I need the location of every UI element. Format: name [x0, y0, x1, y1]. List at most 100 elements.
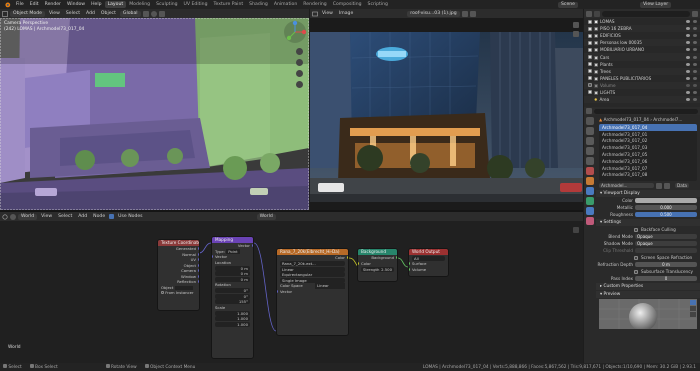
tab-animation[interactable]: Animation [271, 1, 300, 8]
socket-dot[interactable] [198, 280, 199, 284]
perspective-grid-icon[interactable] [296, 81, 303, 88]
image-datablock-field[interactable]: Rana_7_20k.ext... [280, 261, 345, 266]
sidebar-toggle-icon[interactable] [573, 227, 579, 233]
camera-icon[interactable] [693, 76, 697, 80]
socket-dot[interactable] [396, 256, 397, 260]
shadow-mode-dropdown[interactable]: Opaque [635, 240, 697, 247]
new-image-icon[interactable] [461, 10, 468, 17]
envtex-vector-input[interactable]: Vector [277, 289, 348, 295]
collection-checkbox[interactable] [588, 90, 592, 95]
rotation-x-field[interactable]: 0° [215, 288, 250, 293]
socket-dot[interactable] [358, 261, 359, 265]
view-layer-selector[interactable]: View Layer [640, 1, 672, 8]
collection-checkbox[interactable] [588, 47, 592, 52]
ssr-row[interactable]: Screen Space Refraction [596, 254, 700, 261]
camera-icon[interactable] [693, 20, 697, 24]
location-x-field[interactable]: 0 m [215, 265, 250, 271]
material-slot[interactable]: Archmodel73_017_02 [599, 138, 697, 145]
from-instancer-checkbox[interactable] [161, 291, 164, 294]
eye-icon[interactable] [686, 48, 690, 52]
link-data-dropdown[interactable]: Data [675, 183, 689, 188]
eye-icon[interactable] [686, 20, 690, 24]
socket-dot[interactable] [198, 252, 199, 256]
eye-icon[interactable] [686, 62, 690, 66]
particles-tab-icon[interactable] [586, 197, 594, 205]
properties-search-input[interactable] [594, 108, 698, 114]
collection-checkbox[interactable] [588, 26, 592, 31]
pan-hand-icon[interactable] [296, 59, 303, 66]
camera-view-icon[interactable] [296, 70, 303, 77]
outliner-item-plants[interactable]: ▣ Plants [584, 61, 700, 68]
eye-icon[interactable] [686, 69, 690, 73]
socket-dot[interactable] [277, 289, 278, 293]
socket-dot[interactable] [198, 269, 199, 273]
from-instancer-row[interactable]: From Instancer [158, 290, 199, 296]
tab-modeling[interactable]: Modeling [126, 1, 153, 8]
display-mode-icon[interactable] [594, 10, 600, 17]
socket-dot[interactable] [198, 263, 199, 267]
orientation-selector[interactable]: Global [119, 10, 141, 17]
menu-help[interactable]: Help [88, 2, 104, 7]
outliner-item-trees[interactable]: ▣ Trees [584, 67, 700, 75]
socket-dot[interactable] [212, 255, 213, 259]
backface-culling-checkbox[interactable] [634, 227, 638, 232]
new-material-icon[interactable] [664, 182, 670, 189]
blend-mode-dropdown[interactable]: Opaque [635, 233, 697, 240]
world-output-node[interactable]: World Output All Surface Volume [408, 248, 449, 277]
socket-dot[interactable] [198, 258, 199, 262]
menu-edit[interactable]: Edit [27, 2, 42, 7]
location-z-field[interactable]: 0 m [215, 276, 250, 282]
node-menu-node[interactable]: Node [91, 214, 107, 219]
color-swatch[interactable] [635, 197, 697, 204]
camera-icon[interactable] [693, 62, 697, 66]
material-slot-list[interactable]: Archmodel73_017_04 Archmodel73_017_01 Ar… [599, 124, 697, 181]
tab-layout[interactable]: Layout [104, 1, 127, 8]
navigation-gizmo-icon[interactable] [283, 20, 307, 44]
socket-dot[interactable] [409, 267, 410, 271]
image-selector[interactable]: roof-visu...03 (1).jpg [407, 10, 460, 17]
material-selector[interactable]: Archmodel... [599, 183, 654, 188]
collection-checkbox[interactable] [588, 62, 592, 67]
snap-icon[interactable] [150, 10, 157, 17]
outliner-item-lights[interactable]: ▣ LIGHTS [584, 89, 700, 96]
properties-type-icon[interactable] [586, 108, 592, 114]
location-y-field[interactable]: 0 m [215, 271, 250, 276]
collection-checkbox[interactable] [588, 83, 592, 88]
scale-z-field[interactable]: 1.000 [215, 321, 250, 327]
ssr-checkbox[interactable] [634, 255, 638, 260]
camera-icon[interactable] [693, 48, 697, 52]
tab-uv-editing[interactable]: UV Editing [181, 1, 211, 8]
material-slot[interactable]: Archmodel73_017_05 [599, 151, 697, 158]
sphere-preview-icon[interactable] [690, 300, 696, 305]
scene-tab-icon[interactable] [586, 157, 594, 165]
rendered-image-view[interactable] [310, 18, 583, 210]
pivot-icon[interactable] [142, 10, 149, 17]
output-tab-icon[interactable] [586, 137, 594, 145]
background-color-input[interactable]: Color [358, 261, 397, 267]
node-menu-add[interactable]: Add [76, 214, 89, 219]
zoom-in-icon[interactable] [573, 22, 579, 28]
preview-section[interactable]: ▾ Preview [596, 291, 700, 298]
eye-icon[interactable] [686, 27, 690, 31]
eye-icon[interactable] [686, 55, 690, 59]
projection-dropdown[interactable]: Equirectangular [280, 272, 345, 277]
world-selector[interactable]: World [256, 213, 276, 220]
camera-icon[interactable] [693, 27, 697, 31]
collection-checkbox[interactable] [588, 69, 592, 74]
material-slot[interactable]: Archmodel73_017_06 [599, 158, 697, 165]
outliner-item-paneles[interactable]: ▣ PANELES PUBLICITARIOS [584, 75, 700, 82]
tab-sculpting[interactable]: Sculpting [153, 1, 180, 8]
eye-closed-icon[interactable] [686, 83, 690, 87]
viewport-menu-add[interactable]: Add [84, 11, 97, 16]
material-slot[interactable]: Archmodel73_017_01 [599, 131, 697, 138]
outliner-item-cars[interactable]: ▣ Cars [584, 53, 700, 61]
mode-selector[interactable]: Object Mode [10, 10, 45, 17]
filter-icon[interactable] [692, 10, 698, 17]
render-tab-icon[interactable] [586, 127, 594, 135]
view-layer-tab-icon[interactable] [586, 147, 594, 155]
object-picker[interactable] [175, 285, 194, 290]
roughness-field[interactable]: 0.500 [635, 211, 697, 218]
physics-tab-icon[interactable] [586, 207, 594, 215]
zoom-out-icon[interactable] [573, 31, 579, 37]
eye-icon[interactable] [686, 76, 690, 80]
